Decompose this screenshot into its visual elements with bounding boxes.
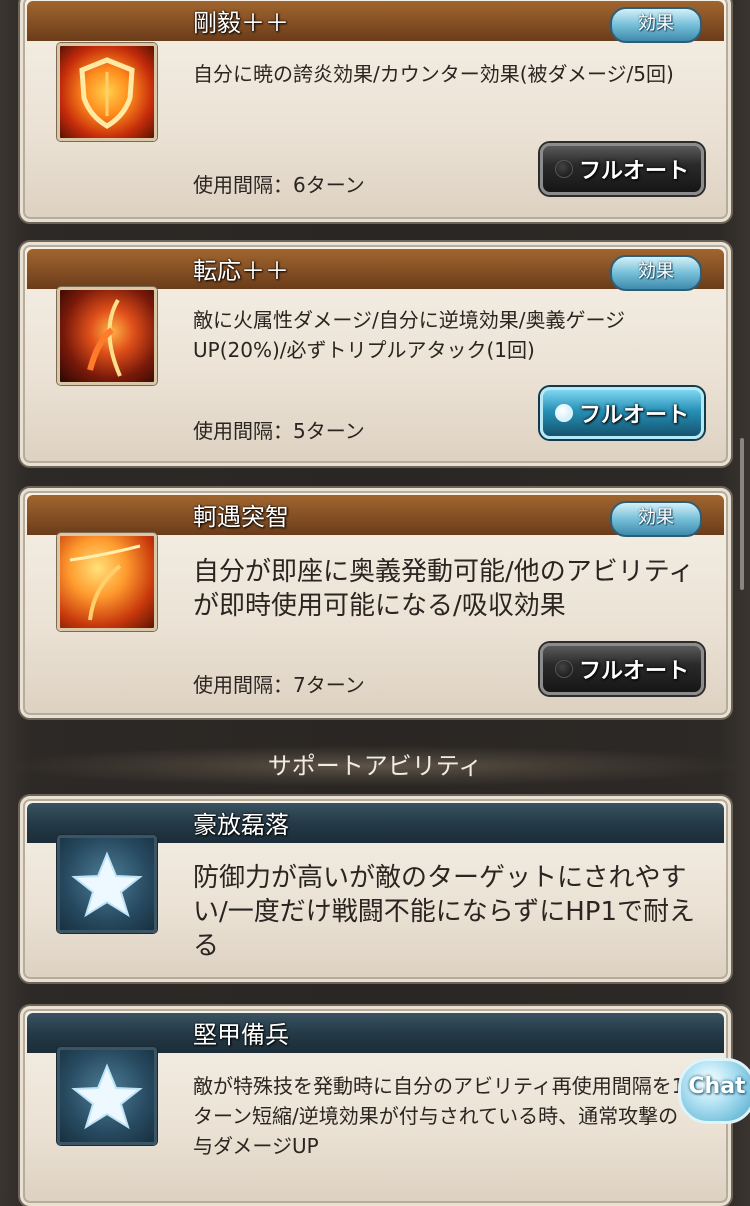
full-auto-label: フルオート	[578, 159, 689, 184]
support-description: 敵が特殊技を発動時に自分のアビリティ再使用間隔を1ターン短縮/逆境効果が付与され…	[193, 1074, 685, 1158]
support-name: 堅甲備兵	[193, 1021, 289, 1049]
flame-burst-icon	[57, 533, 157, 631]
full-auto-button[interactable]: フルオート	[540, 143, 704, 195]
ability-interval: 使用間隔：5ターン	[193, 419, 365, 443]
ability-interval: 使用間隔：7ターン	[193, 673, 365, 697]
chat-button[interactable]: Chat	[678, 1058, 750, 1124]
support-description: 防御力が高いが敵のターゲットにされやすい/一度だけ戦闘不能にならずにHP1で耐え…	[193, 863, 696, 961]
ability-description: 敵に火属性ダメージ/自分に逆境効果/奥義ゲージUP(20%)/必ずトリプルアタッ…	[193, 308, 626, 362]
shield-flame-icon	[57, 43, 157, 141]
star-icon	[57, 1047, 157, 1145]
ability-name: 剛毅＋＋	[193, 9, 289, 37]
toggle-indicator-icon	[554, 160, 573, 178]
full-auto-label: フルオート	[578, 403, 689, 428]
ability-name: 軻遇突智	[193, 503, 289, 531]
ability-description: 自分に暁の誇炎効果/カウンター効果(被ダメージ/5回)	[193, 62, 674, 86]
section-title: サポートアビリティ	[0, 745, 750, 787]
ability-card: 軻遇突智 効果 自分が即座に奥義発動可能/他のアビリティが即時使用可能になる/吸…	[20, 488, 731, 718]
full-auto-label: フルオート	[578, 659, 689, 684]
ability-name: 転応＋＋	[193, 257, 289, 285]
scrollbar[interactable]	[740, 438, 744, 590]
effect-button[interactable]: 効果	[610, 255, 702, 291]
ability-description: 自分が即座に奥義発動可能/他のアビリティが即時使用可能になる/吸収効果	[193, 557, 695, 621]
support-ability-card: 堅甲備兵 敵が特殊技を発動時に自分のアビリティ再使用間隔を1ターン短縮/逆境効果…	[20, 1006, 731, 1206]
full-auto-button[interactable]: フルオート	[540, 387, 704, 439]
full-auto-button[interactable]: フルオート	[540, 643, 704, 695]
support-name: 豪放磊落	[193, 811, 289, 839]
ability-card: 転応＋＋ 効果 敵に火属性ダメージ/自分に逆境効果/奥義ゲージUP(20%)/必…	[20, 242, 731, 466]
flame-slash-icon	[57, 287, 157, 385]
star-icon	[57, 835, 157, 933]
toggle-indicator-icon	[554, 404, 573, 422]
ability-card: 剛毅＋＋ 効果 自分に暁の誇炎効果/カウンター効果(被ダメージ/5回) 使用間隔…	[20, 0, 731, 222]
ability-interval: 使用間隔：6ターン	[193, 173, 365, 197]
effect-button[interactable]: 効果	[610, 7, 702, 43]
effect-button[interactable]: 効果	[610, 501, 702, 537]
toggle-indicator-icon	[554, 660, 573, 678]
support-ability-card: 豪放磊落 防御力が高いが敵のターゲットにされやすい/一度だけ戦闘不能にならずにH…	[20, 796, 731, 982]
